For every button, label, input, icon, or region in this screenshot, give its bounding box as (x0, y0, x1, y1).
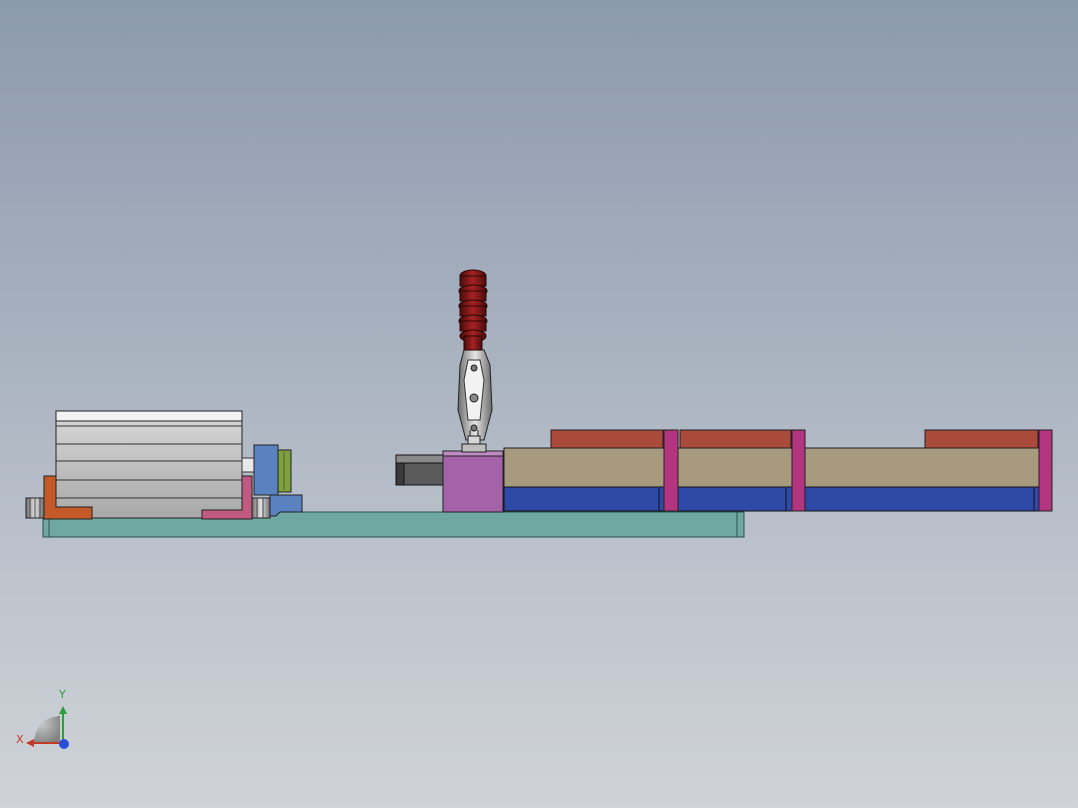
right-fixture-rail[interactable] (503, 429, 1053, 512)
cad-model-view[interactable] (0, 0, 1078, 808)
axis-y-label: Y (59, 688, 66, 701)
coordinate-triad (26, 706, 69, 749)
z-axis-icon (59, 739, 69, 749)
clamp-mount-block[interactable] (442, 450, 504, 513)
left-fitting (25, 497, 45, 519)
toggle-clamp[interactable] (457, 349, 493, 453)
cylinder-rod-fitting (251, 497, 271, 519)
clamp-handle[interactable] (458, 269, 488, 351)
cad-viewport[interactable]: X Y (0, 0, 1078, 808)
left-cylinder[interactable] (55, 410, 255, 519)
clamp-plunger[interactable] (395, 454, 445, 486)
axis-x-label: X (16, 733, 24, 746)
